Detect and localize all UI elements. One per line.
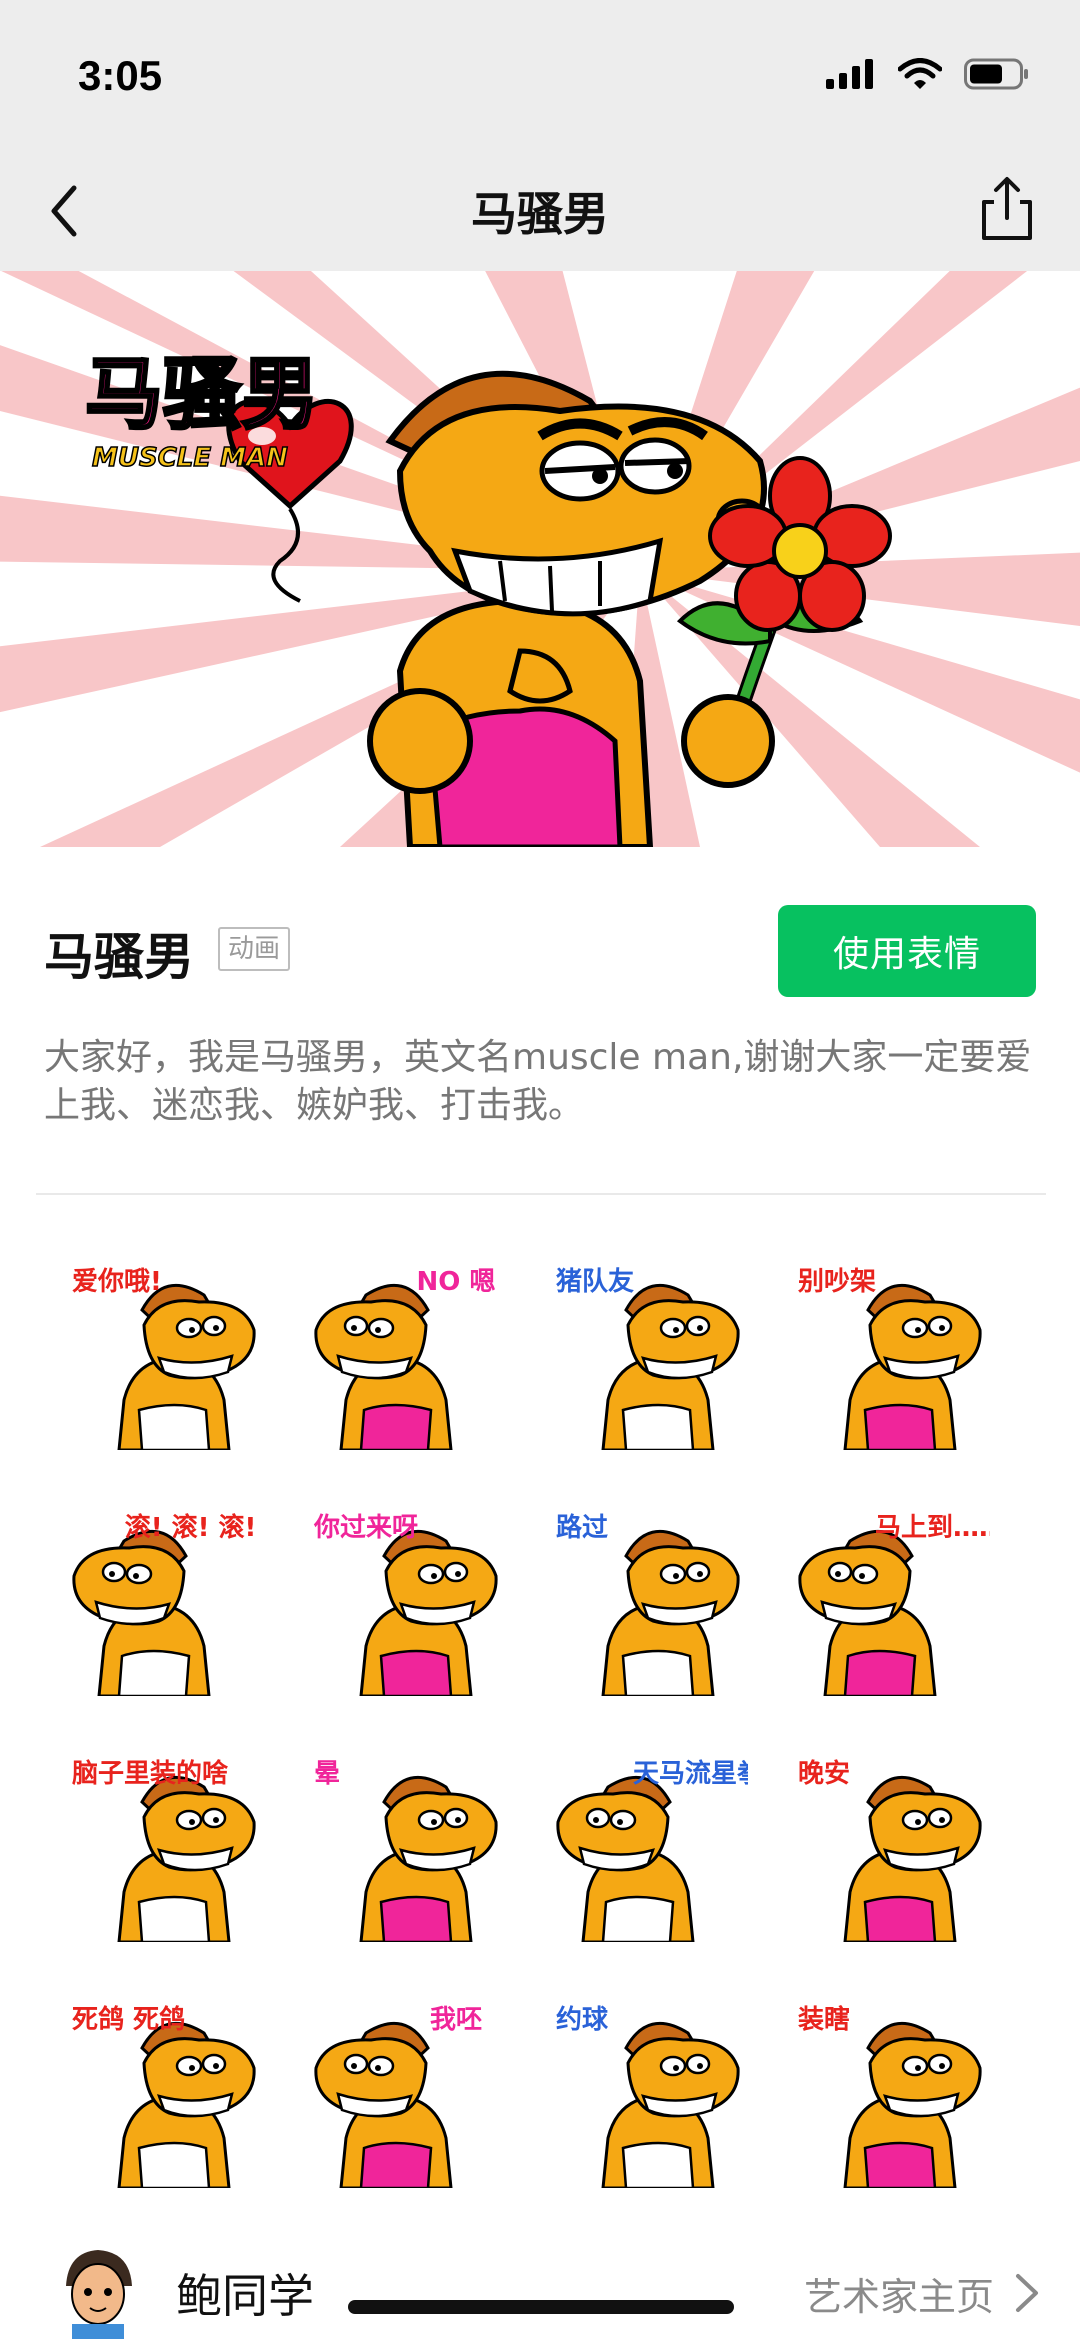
artist-name: 鲍同学 [176, 2269, 314, 2323]
sticker-item[interactable]: 约球 [548, 1988, 748, 2188]
wifi-icon [898, 58, 942, 89]
sticker-caption: 晕 [314, 1759, 340, 1789]
sticker-caption: 爱你哦! [72, 1267, 162, 1297]
sticker-caption: 路过 [556, 1512, 608, 1543]
use-sticker-button[interactable]: 使用表情 [778, 905, 1036, 997]
sticker-item[interactable]: 别吵架 [790, 1250, 990, 1450]
sticker-caption: 晚安 [798, 1759, 850, 1789]
sticker-item[interactable]: 滚! 滚! 滚! 滚! [64, 1496, 264, 1696]
sticker-banner: 马骚男 MUSCLE MAN [0, 271, 1080, 847]
sticker-item[interactable]: 天马流星拳 [548, 1742, 748, 1942]
artist-homepage-link[interactable]: 艺术家主页 [804, 2266, 994, 2321]
sticker-caption: 我呸 [430, 2005, 482, 2035]
sticker-item[interactable]: 晚安 [790, 1742, 990, 1942]
sticker-caption: 装瞎 [798, 2004, 850, 2035]
sticker-image: 马上到…… [798, 1513, 990, 1696]
sticker-caption: 天马流星拳 [633, 1759, 748, 1789]
sticker-caption: 约球 [556, 2004, 609, 2035]
pack-description: 大家好，我是马骚男，英文名muscle man,谢谢大家一定要爱上我、迷恋我、嫉… [44, 1037, 1032, 1126]
sticker-image: 死鸽 死鸽 [72, 2004, 256, 2188]
banner-illustration: 马骚男 MUSCLE MAN [0, 271, 1080, 847]
sticker-image: 滚! 滚! 滚! 滚! [72, 1512, 264, 1696]
banner-logo: 马骚男 [85, 350, 319, 440]
status-bar: 3:05 [0, 0, 1080, 150]
chevron-right-icon [1016, 2274, 1038, 2312]
sticker-caption: 别吵架 [797, 1267, 876, 1297]
sticker-item[interactable]: 脑子里装的啥 [64, 1742, 264, 1942]
animated-badge: 动画 [218, 927, 291, 971]
sticker-item[interactable]: 猪队友 [548, 1250, 748, 1450]
sticker-caption: 你过来呀 [313, 1513, 418, 1543]
sticker-item[interactable]: 死鸽 死鸽 [64, 1988, 264, 2188]
battery-icon [964, 58, 1028, 90]
sticker-item[interactable]: 我呸 [306, 1988, 506, 2188]
sticker-item[interactable]: 装瞎 [790, 1988, 990, 2188]
sticker-item[interactable]: 马上到…… [790, 1496, 990, 1696]
sticker-item[interactable]: 路过 [548, 1496, 748, 1696]
banner-logo-subtext: MUSCLE MAN [92, 443, 288, 473]
sticker-image: 爱你哦! [72, 1267, 256, 1450]
sticker-image: 晚安 [798, 1759, 982, 1942]
status-time: 3:05 [78, 52, 163, 99]
sticker-image: 晕 [314, 1759, 498, 1942]
status-icons [826, 58, 1030, 90]
sticker-caption: 死鸽 死鸽 [72, 2004, 185, 2035]
sticker-image: 脑子里装的啥 [72, 1758, 256, 1942]
sticker-item[interactable]: NO 嗯 [306, 1250, 506, 1450]
sticker-image: 路过 [556, 1512, 740, 1696]
sticker-image: NO 嗯 [314, 1267, 496, 1450]
sticker-caption: NO 嗯 [417, 1267, 496, 1297]
sticker-image: 天马流星拳 [556, 1759, 748, 1942]
sticker-caption: 脑子里装的啥 [72, 1758, 228, 1789]
share-icon[interactable] [972, 174, 1042, 244]
artist-avatar [66, 2250, 132, 2339]
nav-bar: 马骚男 [0, 150, 1080, 271]
home-indicator [348, 2300, 734, 2314]
divider [36, 1193, 1046, 1195]
sticker-image: 别吵架 [797, 1267, 982, 1450]
sticker-grid: 爱你哦! NO 嗯 猪队友 别吵架滚! 滚! 滚! 滚! 你过来呀 路过 马上到…… 脑子里装… [64, 1250, 1014, 2188]
sticker-caption: 马上到…… [875, 1513, 990, 1543]
sticker-image: 装瞎 [798, 2004, 982, 2188]
sticker-image: 约球 [556, 2004, 740, 2188]
sticker-image: 我呸 [314, 2005, 482, 2188]
sticker-item[interactable]: 爱你哦! [64, 1250, 264, 1450]
sticker-caption: 猪队友 [556, 1267, 634, 1297]
sticker-image: 猪队友 [556, 1267, 740, 1450]
sticker-image: 你过来呀 [313, 1513, 498, 1696]
page-title: 马骚男 [471, 187, 609, 241]
pack-header: 马骚男 动画 使用表情 [0, 847, 1080, 1027]
sticker-item[interactable]: 晕 [306, 1742, 506, 1942]
cellular-signal-icon [826, 59, 873, 89]
artist-row[interactable]: 鲍同学 艺术家主页 [0, 2232, 1080, 2339]
pack-title: 马骚男 [44, 928, 194, 986]
sticker-caption: 滚! 滚! 滚! 滚! [125, 1512, 264, 1543]
sticker-item[interactable]: 你过来呀 [306, 1496, 506, 1696]
